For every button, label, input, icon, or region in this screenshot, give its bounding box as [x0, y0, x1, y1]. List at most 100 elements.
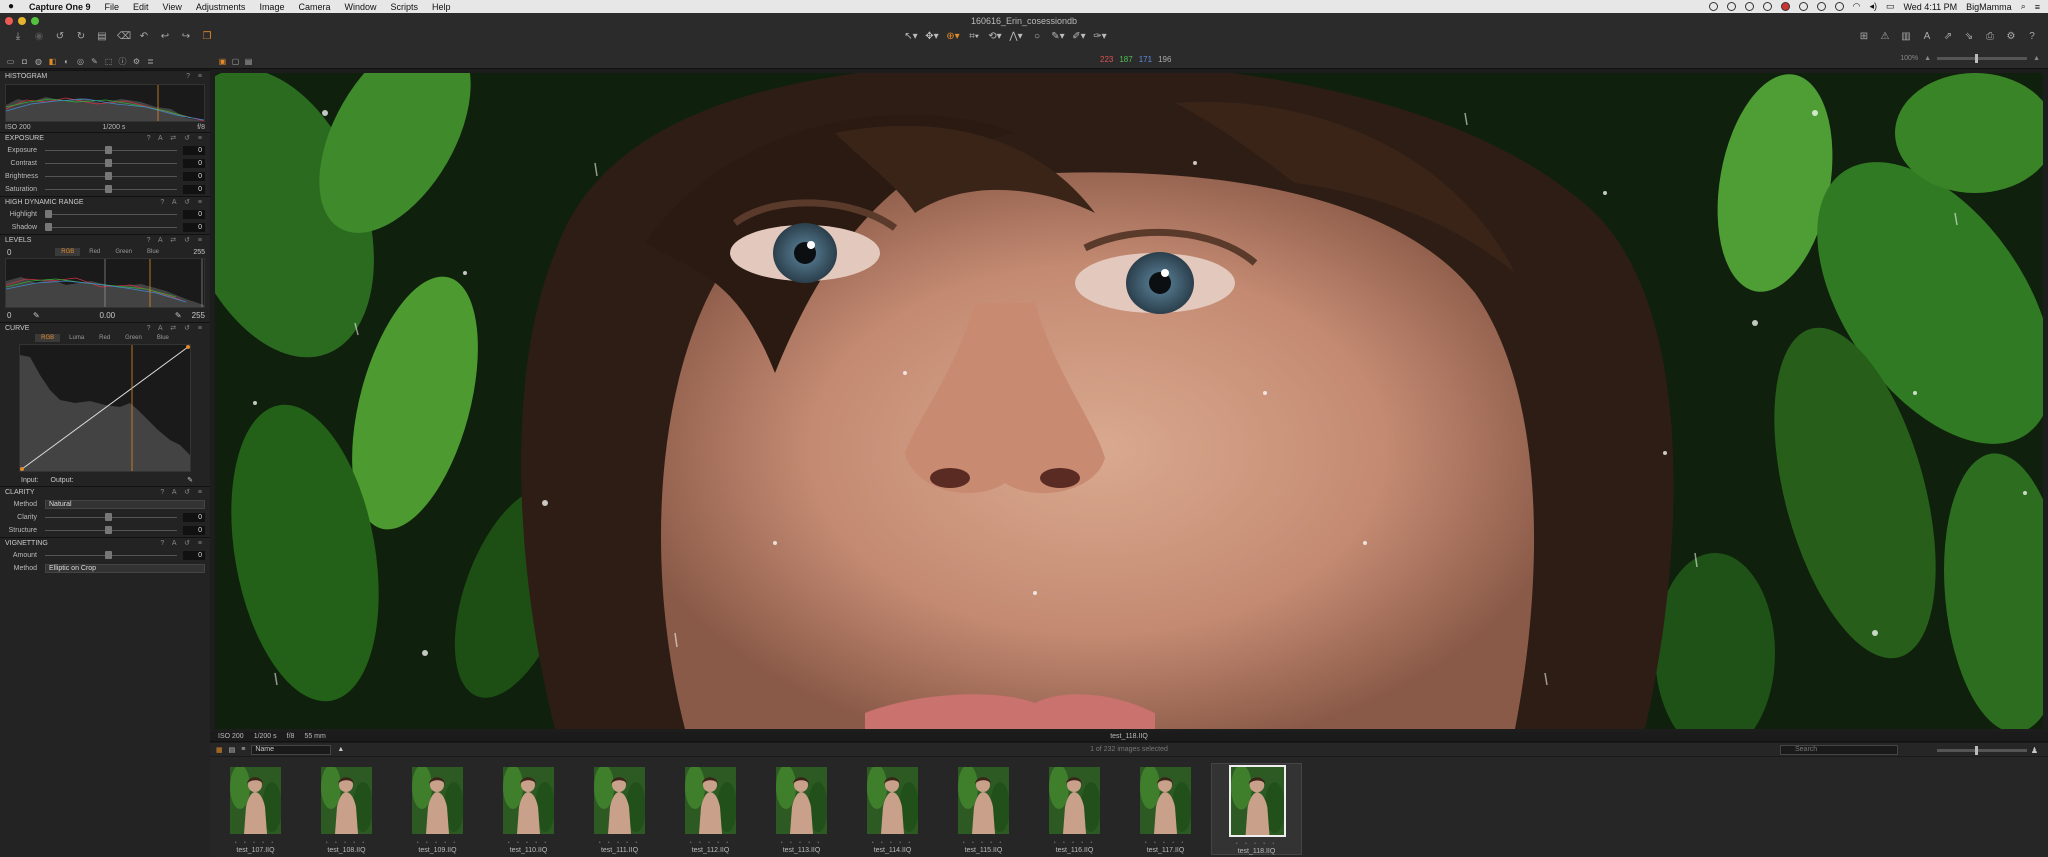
rating-stars[interactable]: • • • • •: [1120, 840, 1211, 846]
spotlight-icon[interactable]: ⌕: [2021, 1, 2026, 12]
status-icon-7[interactable]: [1834, 2, 1844, 11]
copy-apply-icon[interactable]: ❐: [201, 31, 213, 43]
rotate-left-icon[interactable]: ↺: [54, 31, 66, 43]
section-actions-icon[interactable]: ? ≡: [186, 71, 205, 82]
thumbnail[interactable]: • • • • • test_108.IIQ: [301, 763, 392, 855]
help-icon[interactable]: ?: [2026, 31, 2038, 43]
print-icon[interactable]: ⎙: [1984, 31, 1996, 43]
rating-stars[interactable]: • • • • •: [483, 840, 574, 846]
grid-icon[interactable]: ⊞: [1858, 31, 1870, 43]
thumbnail-image[interactable]: [412, 767, 463, 834]
rating-stars[interactable]: • • • • •: [301, 840, 392, 846]
vignetting-title[interactable]: VIGNETTING: [5, 538, 48, 549]
brightness-slider[interactable]: [45, 172, 177, 180]
saturation-slider[interactable]: [45, 185, 177, 193]
thumbnail-image[interactable]: [685, 767, 736, 834]
spot-tool-icon[interactable]: ○: [1028, 31, 1046, 42]
capture-tab-icon[interactable]: ◘: [20, 56, 29, 66]
levels-tab-blue[interactable]: Blue: [141, 248, 165, 256]
thumbnail-image[interactable]: [594, 767, 645, 834]
undo-icon[interactable]: ↩: [159, 31, 171, 43]
thumbnail[interactable]: • • • • • test_114.IIQ: [847, 763, 938, 855]
menu-app[interactable]: Capture One 9: [22, 2, 98, 12]
redo-icon[interactable]: ↪: [180, 31, 192, 43]
keystone-tool-icon[interactable]: ⋀▾: [1007, 31, 1025, 42]
select-tool-icon[interactable]: ↖▾: [902, 31, 920, 42]
exposure-slider[interactable]: [45, 146, 177, 154]
section-actions-icon[interactable]: ? A ↺ ≡: [160, 487, 205, 498]
section-actions-icon[interactable]: ? A ⇄ ↺ ≡: [147, 323, 205, 334]
thumbnail[interactable]: • • • • • test_110.IIQ: [483, 763, 574, 855]
thumbnail[interactable]: • • • • • test_112.IIQ: [665, 763, 756, 855]
crop-tool-icon[interactable]: ⌗▾: [965, 31, 983, 42]
apple-icon[interactable]: ●: [0, 1, 22, 12]
brightness-value[interactable]: 0: [183, 172, 205, 181]
eyedropper-icon[interactable]: ✎: [175, 311, 182, 320]
section-actions-icon[interactable]: ? A ↺ ≡: [160, 197, 205, 208]
levels-low-input[interactable]: 0: [5, 248, 27, 257]
thumbnail-size-slider[interactable]: [1936, 746, 2027, 755]
status-icon-1[interactable]: [1708, 2, 1718, 11]
pan-tool-icon[interactable]: ✥▾: [923, 31, 941, 42]
rating-stars[interactable]: • • • • •: [1029, 840, 1120, 846]
vignetting-slider[interactable]: [45, 551, 177, 559]
rating-stars[interactable]: • • • • •: [1212, 841, 1301, 848]
thumbnail-image[interactable]: [776, 767, 827, 834]
saturation-value[interactable]: 0: [183, 185, 205, 194]
shadow-slider[interactable]: [45, 223, 177, 231]
brush-tool-icon[interactable]: ✐▾: [1070, 31, 1088, 42]
menu-image[interactable]: Image: [252, 2, 291, 12]
highlight-slider[interactable]: [45, 210, 177, 218]
thumbnail[interactable]: • • • • • test_109.IIQ: [392, 763, 483, 855]
curve-tab-blue[interactable]: Blue: [151, 334, 175, 342]
hdr-title[interactable]: HIGH DYNAMIC RANGE: [5, 197, 84, 208]
thumbnail-image[interactable]: [230, 767, 281, 834]
status-icon-2[interactable]: [1726, 2, 1736, 11]
thumbnail-image[interactable]: [321, 767, 372, 834]
details-tab-icon[interactable]: ◎: [76, 56, 85, 66]
menu-view[interactable]: View: [156, 2, 189, 12]
curve-tab-luma[interactable]: Luma: [63, 334, 90, 342]
rating-stars[interactable]: • • • • •: [665, 840, 756, 846]
rating-stars[interactable]: • • • • •: [756, 840, 847, 846]
new-album-icon[interactable]: ▤: [96, 31, 108, 43]
clarity-slider[interactable]: [45, 513, 177, 521]
levels-tab-rgb[interactable]: RGB: [55, 248, 81, 256]
viewer-single-icon[interactable]: ▣: [218, 56, 227, 66]
thumbnail-image[interactable]: [1140, 767, 1191, 834]
thumbnail-image[interactable]: [867, 767, 918, 834]
viewer-compare-icon[interactable]: ▤: [244, 56, 253, 66]
thumbnail[interactable]: • • • • • test_118.IIQ: [1211, 763, 1302, 855]
section-actions-icon[interactable]: ? A ⇄ ↺ ≡: [147, 235, 205, 246]
highlight-value[interactable]: 0: [183, 210, 205, 219]
levels-high-input[interactable]: 255: [193, 249, 205, 256]
curve-picker-icon[interactable]: ✎: [187, 476, 205, 484]
record-icon[interactable]: [1780, 2, 1790, 11]
warning-icon[interactable]: ⚠: [1879, 31, 1891, 43]
levels-out-low[interactable]: 0: [5, 311, 23, 320]
rating-stars[interactable]: • • • • •: [574, 840, 665, 846]
rotate-right-icon[interactable]: ↻: [75, 31, 87, 43]
battery-icon[interactable]: ▭: [1886, 1, 1895, 12]
thumbnail[interactable]: • • • • • test_115.IIQ: [938, 763, 1029, 855]
thumbnail[interactable]: • • • • • test_116.IIQ: [1029, 763, 1120, 855]
levels-graph[interactable]: [5, 258, 205, 308]
curve-tab-rgb[interactable]: RGB: [35, 334, 61, 342]
clarity-value[interactable]: 0: [183, 513, 205, 522]
structure-slider[interactable]: [45, 526, 177, 534]
clarity-title[interactable]: CLARITY: [5, 487, 35, 498]
import-icon[interactable]: ⤓: [12, 31, 24, 43]
section-actions-icon[interactable]: ? A ↺ ≡: [160, 538, 205, 549]
local-tab-icon[interactable]: ⬚: [104, 56, 113, 66]
adjust-tab-icon[interactable]: ✎: [90, 56, 99, 66]
text-icon[interactable]: A: [1921, 31, 1933, 43]
menu-edit[interactable]: Edit: [126, 2, 156, 12]
structure-value[interactable]: 0: [183, 526, 205, 535]
person-icon[interactable]: ♟: [2031, 746, 2038, 755]
share-icon[interactable]: ⇗: [1942, 31, 1954, 43]
thumbnail[interactable]: • • • • • test_113.IIQ: [756, 763, 847, 855]
thumbnail[interactable]: • • • • • test_117.IIQ: [1120, 763, 1211, 855]
notification-icon[interactable]: ≡: [2035, 2, 2040, 12]
metadata-tab-icon[interactable]: ≣: [146, 56, 155, 66]
export-icon[interactable]: ⇘: [1963, 31, 1975, 43]
